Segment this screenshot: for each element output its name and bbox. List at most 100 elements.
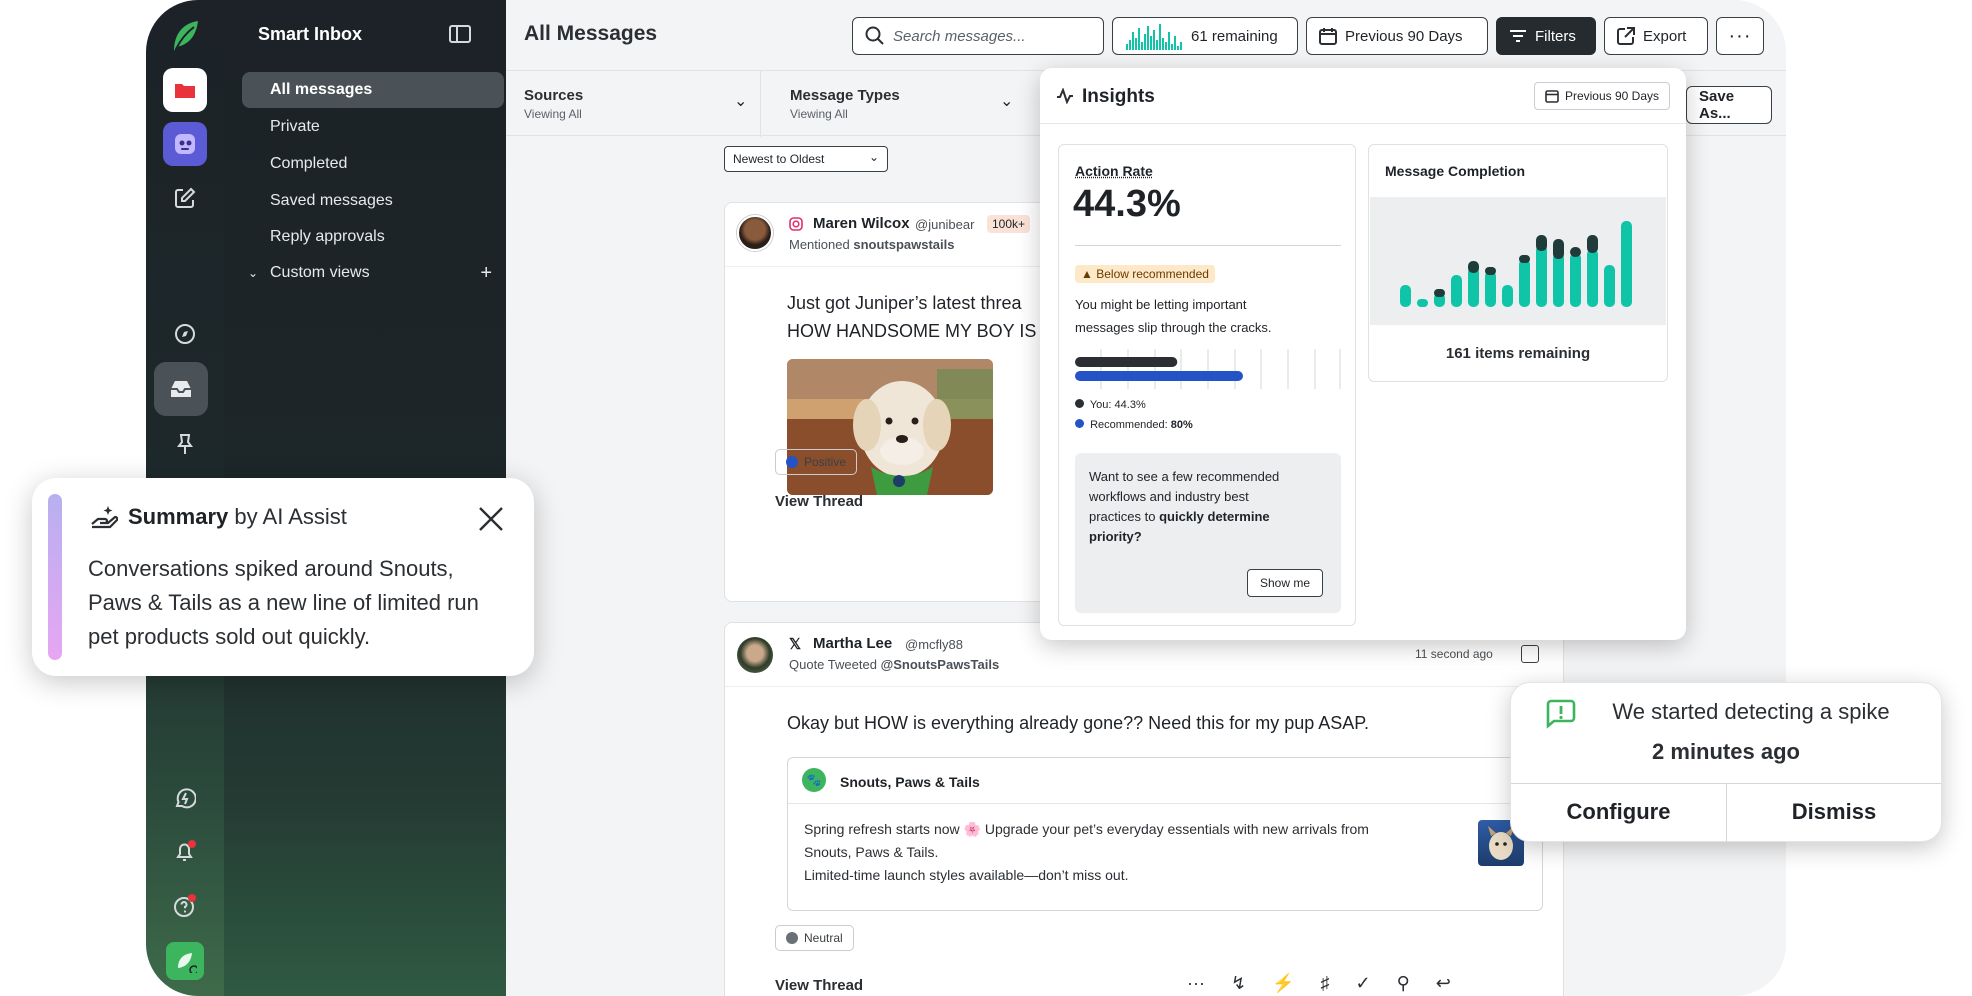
task-icon[interactable]: ⚡ — [1272, 973, 1294, 994]
view-thread-link[interactable]: View Thread — [775, 493, 863, 510]
compass-icon[interactable] — [163, 312, 207, 356]
quoted-author[interactable]: Snouts, Paws & Tails — [840, 774, 980, 790]
message-text-line: HOW HANDSOME MY BOY IS — [787, 321, 1037, 341]
save-as-label: Save As... — [1699, 88, 1735, 122]
context-prefix: Mentioned — [789, 237, 850, 252]
insights-range-label: Previous 90 Days — [1564, 89, 1659, 103]
select-checkbox[interactable] — [1521, 645, 1539, 663]
calendar-icon — [1319, 28, 1337, 45]
inbox-folder-icon[interactable] — [163, 68, 207, 112]
divider — [760, 71, 761, 137]
dismiss-button[interactable]: Dismiss — [1727, 783, 1941, 843]
legend-recommended: Recommended: 80% — [1075, 419, 1193, 431]
insights-range-button[interactable]: Previous 90 Days — [1533, 82, 1670, 110]
message-types-filter-value: Viewing All — [790, 107, 848, 121]
summary-heading: Summary by AI Assist — [128, 504, 347, 530]
sidebar-item-custom-views[interactable]: ⌄ Custom views + — [242, 255, 504, 291]
sidebar-item-reply-approvals[interactable]: Reply approvals — [242, 219, 504, 255]
author-name[interactable]: Maren Wilcox — [813, 215, 910, 232]
add-view-icon[interactable]: + — [480, 255, 492, 291]
sources-chevron-icon[interactable]: ⌄ — [734, 91, 747, 111]
avatar[interactable] — [737, 637, 773, 673]
message-text: Okay but HOW is everything already gone?… — [787, 713, 1369, 733]
recommendation-line: priority? — [1089, 529, 1142, 544]
pin-icon[interactable] — [163, 422, 207, 466]
top-bar: All Messages Search messages... 61 remai… — [506, 0, 1786, 70]
complete-check-icon[interactable]: ✓ — [1356, 973, 1371, 994]
show-me-button[interactable]: Show me — [1246, 569, 1323, 597]
remaining-label: 61 remaining — [1191, 27, 1278, 45]
reply-icon[interactable]: ↩ — [1436, 973, 1451, 994]
search-placeholder: Search messages... — [893, 27, 1026, 45]
insights-header: Insights Previous 90 Days — [1040, 68, 1686, 124]
avatar[interactable] — [737, 215, 773, 251]
filters-button[interactable]: Filters — [1496, 17, 1596, 55]
spike-time: 2 minutes ago — [1652, 739, 1800, 764]
export-button[interactable]: Export — [1604, 17, 1708, 55]
message-card[interactable]: 𝕏 Martha Lee @mcfly88 Quote Tweeted @Sno… — [724, 622, 1564, 996]
sidebar-item-all-messages[interactable]: All messages — [242, 72, 504, 108]
export-label: Export — [1643, 27, 1687, 45]
pin-message-icon[interactable]: ⚲ — [1397, 973, 1410, 994]
action-rate-label[interactable]: Action Rate — [1075, 163, 1153, 179]
message-types-filter[interactable]: Message Types Viewing All — [790, 87, 900, 121]
remaining-button[interactable]: 61 remaining — [1112, 17, 1298, 55]
summary-title: Summary — [128, 504, 229, 529]
completion-card: Message Completion 161 items remaining — [1368, 144, 1668, 382]
user-avatar[interactable] — [166, 942, 204, 980]
sentiment-label: Neutral — [804, 931, 843, 945]
more-dots-icon: ··· — [1728, 25, 1752, 47]
view-thread-link[interactable]: View Thread — [775, 977, 863, 994]
recommendation-line: Want to see a few recommended — [1089, 469, 1280, 484]
compose-icon[interactable] — [163, 176, 207, 220]
spike-notification: We started detecting a spike 2 minutes a… — [1510, 682, 1942, 843]
instagram-icon — [789, 217, 803, 236]
inbox-tray-icon[interactable] — [154, 362, 208, 416]
completion-title: Message Completion — [1385, 163, 1526, 179]
sidebar-collapse-icon[interactable] — [448, 24, 472, 44]
help-icon[interactable] — [163, 884, 207, 928]
tag-icon[interactable]: ♯ — [1321, 973, 1330, 994]
export-icon — [1617, 27, 1635, 45]
configure-button[interactable]: Configure — [1511, 783, 1726, 843]
sources-filter[interactable]: Sources Viewing All — [524, 87, 583, 121]
chevron-down-icon: ⌄ — [248, 266, 259, 280]
lightning-icon[interactable]: ↯ — [1231, 973, 1246, 994]
author-handle: @mcfly88 — [905, 637, 963, 652]
bot-app-icon[interactable] — [163, 122, 207, 166]
lightning-chat-icon[interactable] — [163, 776, 207, 820]
recommendation-prefix: practices to — [1089, 509, 1160, 524]
calendar-icon — [1545, 90, 1559, 103]
warning-icon: ▲ — [1081, 267, 1093, 281]
sprout-logo-icon[interactable] — [163, 14, 207, 58]
brand-logo-icon: 🐾 — [802, 768, 826, 792]
divider — [1075, 245, 1341, 246]
more-options-button[interactable]: ··· — [1716, 17, 1764, 55]
sentiment-chip: Neutral — [775, 925, 854, 951]
save-as-button[interactable]: Save As... — [1686, 86, 1772, 124]
recommendation-line: practices to quickly determine — [1089, 507, 1279, 527]
recommendation-bold: quickly determine — [1159, 509, 1270, 524]
sources-filter-label: Sources — [524, 87, 584, 104]
action-rate-card: Action Rate 44.3% ▲ Below recommended Yo… — [1058, 144, 1356, 626]
sidebar-item-completed[interactable]: Completed — [242, 146, 504, 182]
sidebar-item-saved-messages[interactable]: Saved messages — [242, 183, 504, 219]
sentiment-chip: Positive — [775, 449, 858, 475]
sort-select[interactable]: Newest to Oldest ⌄ — [724, 146, 888, 172]
legend-rec-dot — [1075, 419, 1084, 428]
author-name[interactable]: Martha Lee — [813, 635, 892, 652]
context-target[interactable]: snoutspawstails — [853, 237, 954, 252]
message-types-filter-label: Message Types — [790, 87, 900, 104]
action-rate-bars — [1075, 349, 1341, 389]
sidebar-item-private[interactable]: Private — [242, 109, 504, 145]
close-icon[interactable] — [478, 506, 504, 532]
message-types-chevron-icon[interactable]: ⌄ — [1000, 91, 1013, 111]
bell-icon[interactable] — [163, 830, 207, 874]
search-input[interactable]: Search messages... — [852, 17, 1104, 55]
date-range-button[interactable]: Previous 90 Days — [1306, 17, 1488, 55]
quoted-post[interactable]: 🐾 Snouts, Paws & Tails Spring refresh st… — [787, 757, 1543, 911]
more-actions-icon[interactable]: ··· — [1187, 973, 1205, 994]
custom-views-label: Custom views — [270, 264, 370, 281]
context-target[interactable]: @SnoutsPawsTails — [881, 657, 1000, 672]
sidebar-title: Smart Inbox — [258, 24, 363, 44]
